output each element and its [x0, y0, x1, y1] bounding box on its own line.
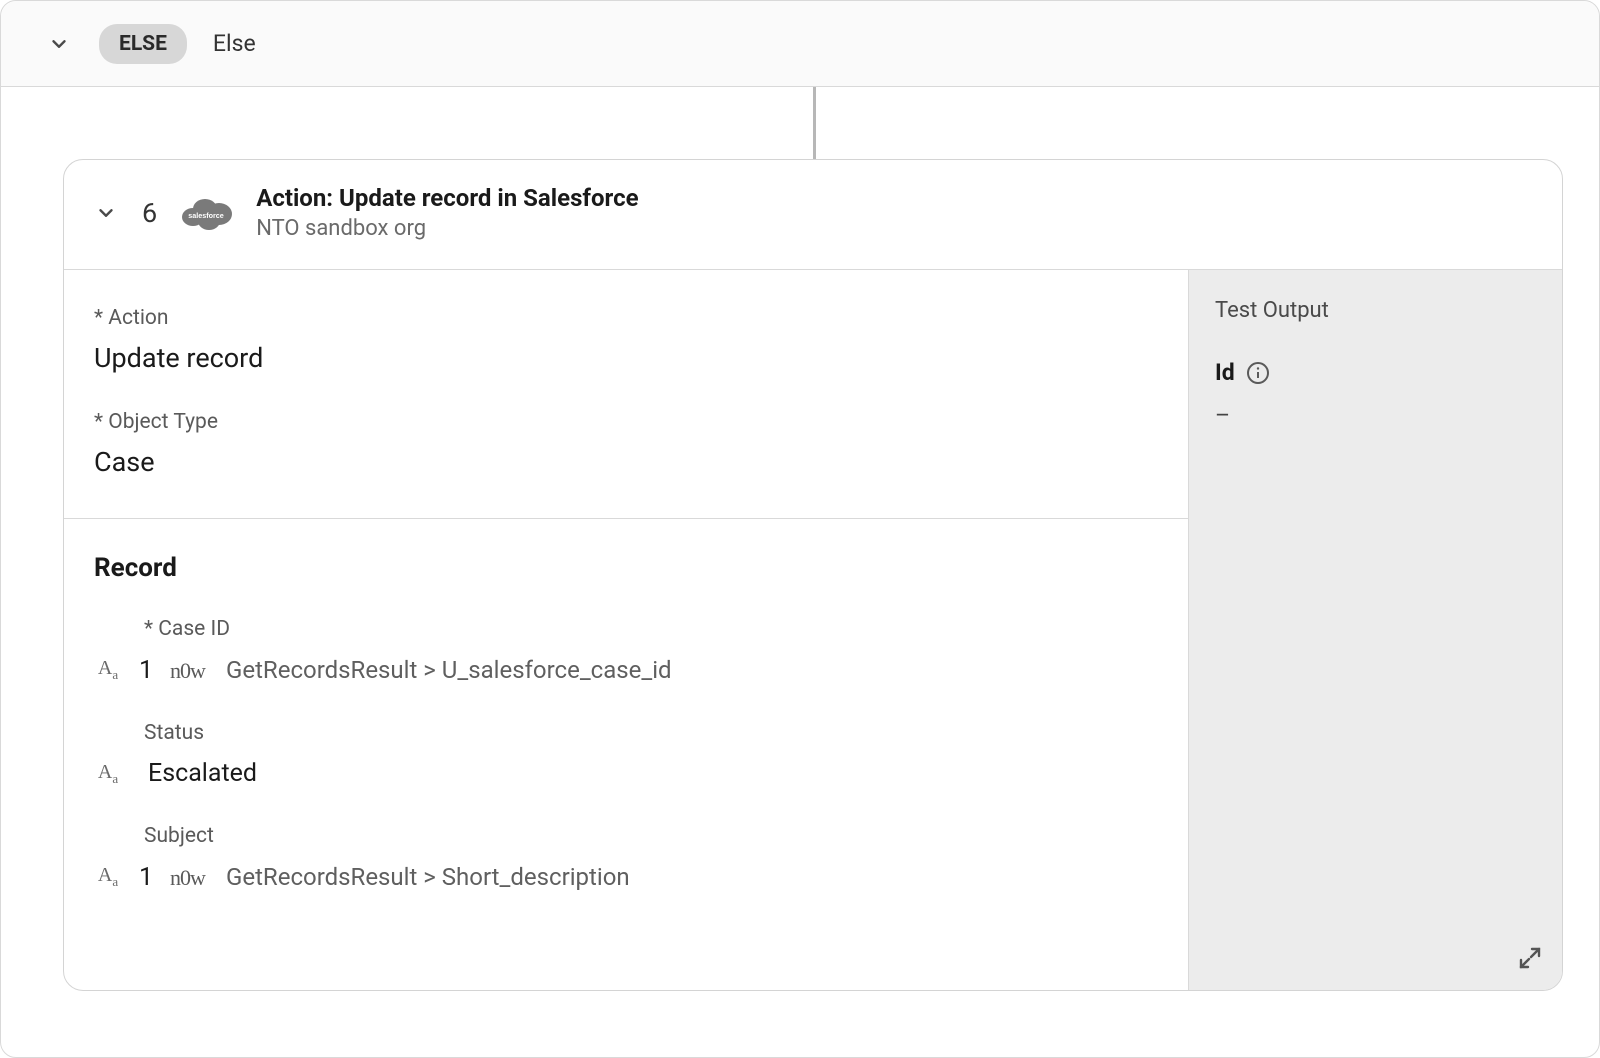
object-type-field-value[interactable]: Case [94, 446, 1158, 478]
salesforce-cloud-icon: salesforce [179, 193, 234, 233]
svg-text:n0w: n0w [170, 865, 206, 890]
record-field-status: Status Aa Escalated [94, 721, 1158, 788]
test-output-title: Test Output [1215, 298, 1536, 323]
object-type-field-label: * Object Type [94, 410, 1158, 434]
ref-step-index: 1 [138, 863, 154, 892]
chevron-down-icon[interactable] [45, 30, 73, 58]
servicenow-now-icon: n0w [170, 655, 210, 685]
svg-text:salesforce: salesforce [188, 211, 224, 220]
test-output-value: – [1215, 402, 1536, 429]
else-label: Else [213, 30, 256, 57]
action-step-card: 6 salesforce Action: Update record in Sa… [63, 159, 1563, 991]
record-heading: Record [94, 553, 1158, 583]
record-field-plain-value: Escalated [148, 759, 257, 788]
record-field-label: Status [144, 721, 1158, 745]
record-field-path: GetRecordsResult > U_salesforce_case_id [226, 656, 672, 684]
left-panel: * Action Update record * Object Type Cas… [64, 270, 1188, 990]
else-branch-header[interactable]: ELSE Else [1, 1, 1599, 87]
info-icon[interactable] [1245, 360, 1271, 386]
action-field-label: * Action [94, 306, 1158, 330]
connector-line-top [813, 87, 816, 159]
card-body: * Action Update record * Object Type Cas… [64, 270, 1562, 990]
servicenow-now-icon: n0w [170, 862, 210, 892]
test-output-label: Id [1215, 359, 1235, 386]
record-field-path: GetRecordsResult > Short_description [226, 863, 630, 891]
record-field-label: * Case ID [144, 617, 1158, 641]
test-output-panel: Test Output Id – [1188, 270, 1562, 990]
else-pill: ELSE [99, 24, 187, 64]
record-section: Record * Case ID Aa 1 n0w GetRecordsResu… [64, 519, 1188, 968]
card-subtitle: NTO sandbox org [256, 216, 638, 241]
record-field-subject: Subject Aa 1 n0w GetRecordsResult > Shor… [94, 824, 1158, 892]
text-aa-icon: Aa [94, 761, 122, 787]
chevron-down-icon[interactable] [92, 199, 120, 227]
record-field-value-row[interactable]: Aa Escalated [94, 759, 1158, 788]
card-titles: Action: Update record in Salesforce NTO … [256, 184, 638, 241]
svg-text:n0w: n0w [170, 658, 206, 683]
test-output-row: Id [1215, 359, 1536, 386]
action-config-section: * Action Update record * Object Type Cas… [64, 270, 1188, 519]
text-aa-icon: Aa [94, 864, 122, 890]
expand-icon[interactable] [1516, 944, 1544, 972]
record-field-value-row[interactable]: Aa 1 n0w GetRecordsResult > U_salesforce… [94, 655, 1158, 685]
card-header[interactable]: 6 salesforce Action: Update record in Sa… [64, 160, 1562, 270]
outer-container: ELSE Else 6 salesforce [0, 0, 1600, 1058]
ref-step-index: 1 [138, 656, 154, 685]
record-field-case-id: * Case ID Aa 1 n0w GetRecordsResult > U_… [94, 617, 1158, 685]
record-field-value-row[interactable]: Aa 1 n0w GetRecordsResult > Short_descri… [94, 862, 1158, 892]
action-field-value[interactable]: Update record [94, 342, 1158, 374]
card-title: Action: Update record in Salesforce [256, 184, 638, 212]
text-aa-icon: Aa [94, 657, 122, 683]
record-field-label: Subject [144, 824, 1158, 848]
step-number: 6 [142, 197, 157, 229]
